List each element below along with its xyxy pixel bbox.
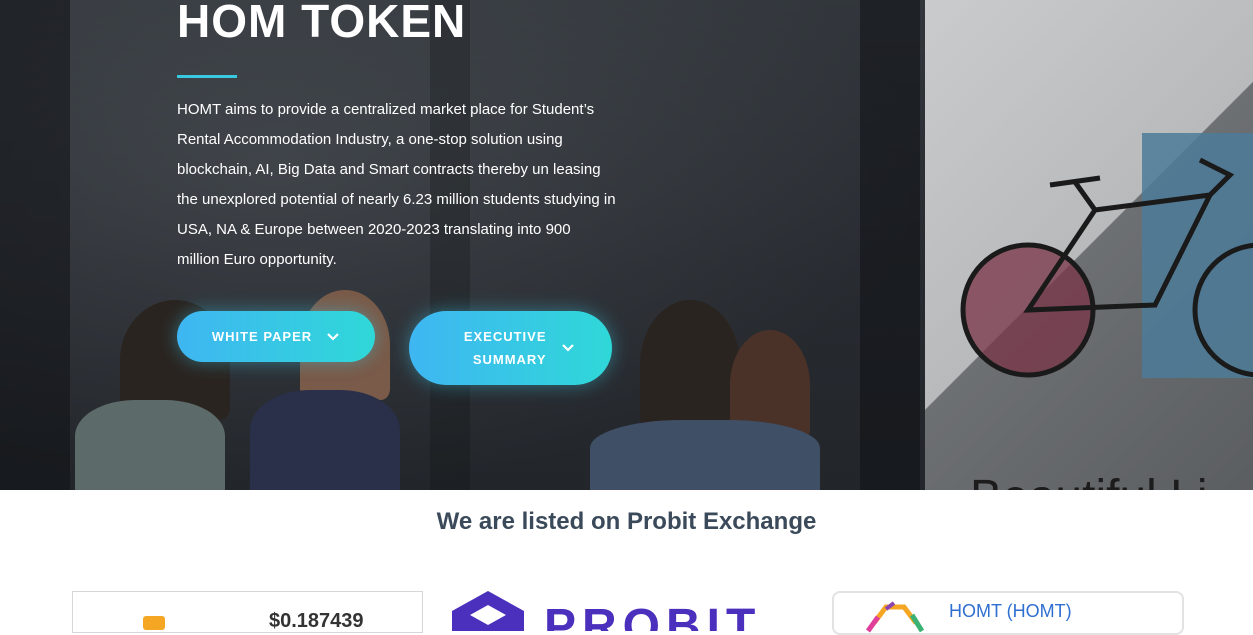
white-paper-button[interactable]: WHITE PAPER xyxy=(177,311,375,362)
listing-heading: We are listed on Probit Exchange xyxy=(436,508,817,535)
token-price: $0.187439 xyxy=(269,610,364,632)
price-widget[interactable]: $0.187439 xyxy=(72,591,423,633)
hero-bg-pillar xyxy=(0,0,70,490)
probit-wordmark: PROBIT xyxy=(544,600,762,631)
hero-bg-person xyxy=(640,300,740,430)
bicycle-icon xyxy=(960,157,1253,378)
executive-summary-button[interactable]: EXECUTIVE SUMMARY xyxy=(409,311,612,385)
homt-logo-icon xyxy=(865,601,924,633)
hero-bg-person xyxy=(75,400,225,490)
chevron-down-icon xyxy=(561,344,574,352)
executive-summary-label: EXECUTIVE SUMMARY xyxy=(463,329,547,367)
hero-description: HOMT aims to provide a centralized marke… xyxy=(177,101,616,268)
hero-bg-pillar xyxy=(860,0,920,490)
hero-bg-person xyxy=(590,420,820,490)
probit-logo[interactable]: PROBIT xyxy=(452,591,802,631)
page-title: HOM TOKEN xyxy=(177,0,467,47)
probit-hex-icon xyxy=(452,591,524,631)
coin-icon xyxy=(143,616,165,630)
hero-section: Beautiful Li HOM TOKEN HOMT aims to prov… xyxy=(0,0,1253,490)
title-accent-line xyxy=(177,75,237,78)
chevron-down-icon xyxy=(327,332,339,341)
white-paper-label: WHITE PAPER xyxy=(211,329,313,344)
pair-widget[interactable]: HOMT (HOMT) xyxy=(832,591,1184,635)
hero-bg-person xyxy=(250,390,400,490)
side-image-text: Beautiful Li xyxy=(970,470,1208,490)
hero-side-image: Beautiful Li xyxy=(925,0,1253,490)
token-pair-label: HOMT (HOMT) xyxy=(949,601,1072,621)
